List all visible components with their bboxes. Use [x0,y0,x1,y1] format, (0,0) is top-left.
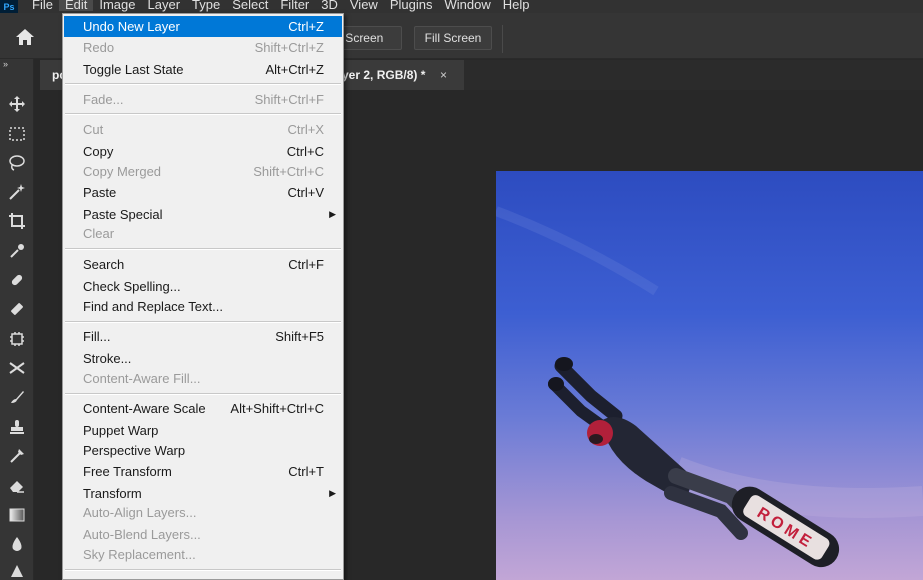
eraser-tool-icon[interactable] [6,474,28,496]
menu-puppet-warp[interactable]: Puppet Warp [64,420,342,441]
healing-brush-tool-icon[interactable] [6,269,28,291]
menu-search[interactable]: Search Ctrl+F [64,254,342,275]
menu-copy-merged[interactable]: Copy Merged Shift+Ctrl+C [64,161,342,182]
menu-bar: Ps File Edit Image Layer Type Select Fil… [0,0,923,13]
menu-separator [65,113,341,115]
menu-edit[interactable]: Edit [58,0,94,11]
menu-clear[interactable]: Clear [64,223,342,244]
menu-perspective-warp[interactable]: Perspective Warp [64,440,342,461]
menu-separator [65,248,341,250]
menu-auto-blend-layers[interactable]: Auto-Blend Layers... [64,524,342,545]
menu-fade[interactable]: Fade... Shift+Ctrl+F [64,89,342,110]
submenu-arrow-icon: ▶ [329,488,336,498]
menu-check-spelling[interactable]: Check Spelling... [64,276,342,297]
menu-sky-replacement[interactable]: Sky Replacement... [64,544,342,565]
gradient-tool-icon[interactable] [6,504,28,526]
menu-content-aware-scale[interactable]: Content-Aware Scale Alt+Shift+Ctrl+C [64,398,342,419]
frame-tool-icon[interactable] [6,328,28,350]
menu-find-replace[interactable]: Find and Replace Text... [64,296,342,317]
marquee-tool-icon[interactable] [6,123,28,145]
menu-separator [65,321,341,323]
menu-stroke[interactable]: Stroke... [64,348,342,369]
paint-brush-tool-icon[interactable] [6,386,28,408]
document-tab-title: yer 2, RGB/8) * [342,68,426,82]
close-tab-icon[interactable]: × [440,68,447,82]
menu-layer[interactable]: Layer [142,0,187,11]
menu-paste[interactable]: Paste Ctrl+V [64,182,342,203]
menu-redo[interactable]: Redo Shift+Ctrl+Z [64,37,342,58]
menu-3d[interactable]: 3D [315,0,344,11]
menu-separator [65,393,341,395]
menu-file[interactable]: File [26,0,59,11]
blur-tool-icon[interactable] [6,533,28,555]
menu-window[interactable]: Window [438,0,496,11]
menu-cut[interactable]: Cut Ctrl+X [64,119,342,140]
photoshop-window: Ps File Edit Image Layer Type Select Fil… [0,0,923,580]
collapse-panel-icon[interactable]: » [3,59,8,69]
home-icon[interactable] [14,27,36,47]
history-brush-tool-icon[interactable] [6,445,28,467]
submenu-arrow-icon: ▶ [329,209,336,219]
menu-content-aware-fill[interactable]: Content-Aware Fill... [64,368,342,389]
menu-separator [65,83,341,85]
menu-copy[interactable]: Copy Ctrl+C [64,141,342,162]
menu-filter[interactable]: Filter [274,0,315,11]
content-aware-move-tool-icon[interactable] [6,357,28,379]
clone-stamp-tool-icon[interactable] [6,416,28,438]
eyedropper-tool-icon[interactable] [6,240,28,262]
menu-transform[interactable]: Transform ▶ [64,483,342,504]
menu-fill[interactable]: Fill... Shift+F5 [64,326,342,347]
menu-view[interactable]: View [344,0,384,11]
menu-select[interactable]: Select [226,0,274,11]
menu-type[interactable]: Type [186,0,226,11]
dodge-tool-icon[interactable] [6,559,28,580]
brush-tool-icon[interactable] [6,298,28,320]
fill-screen-button[interactable]: Fill Screen [414,26,492,50]
tools-panel: » [0,59,34,580]
skydiver-illustration: ROME [496,171,923,580]
menu-free-transform[interactable]: Free Transform Ctrl+T [64,461,342,482]
options-divider [502,25,503,53]
magic-wand-tool-icon[interactable] [6,181,28,203]
menu-image[interactable]: Image [93,0,141,11]
document-image[interactable]: ROME [496,171,923,580]
menu-plugins[interactable]: Plugins [384,0,439,11]
lasso-tool-icon[interactable] [6,152,28,174]
menu-paste-special[interactable]: Paste Special ▶ [64,204,342,225]
edit-menu-dropdown: Undo New Layer Ctrl+Z Redo Shift+Ctrl+Z … [62,13,344,580]
crop-tool-icon[interactable] [6,210,28,232]
menu-auto-align-layers[interactable]: Auto-Align Layers... [64,502,342,523]
menu-undo[interactable]: Undo New Layer Ctrl+Z [64,16,342,37]
menu-toggle-last-state[interactable]: Toggle Last State Alt+Ctrl+Z [64,59,342,80]
move-tool-icon[interactable] [6,93,28,115]
menu-separator [65,569,341,571]
menu-help[interactable]: Help [497,0,536,11]
photoshop-logo: Ps [0,0,18,13]
